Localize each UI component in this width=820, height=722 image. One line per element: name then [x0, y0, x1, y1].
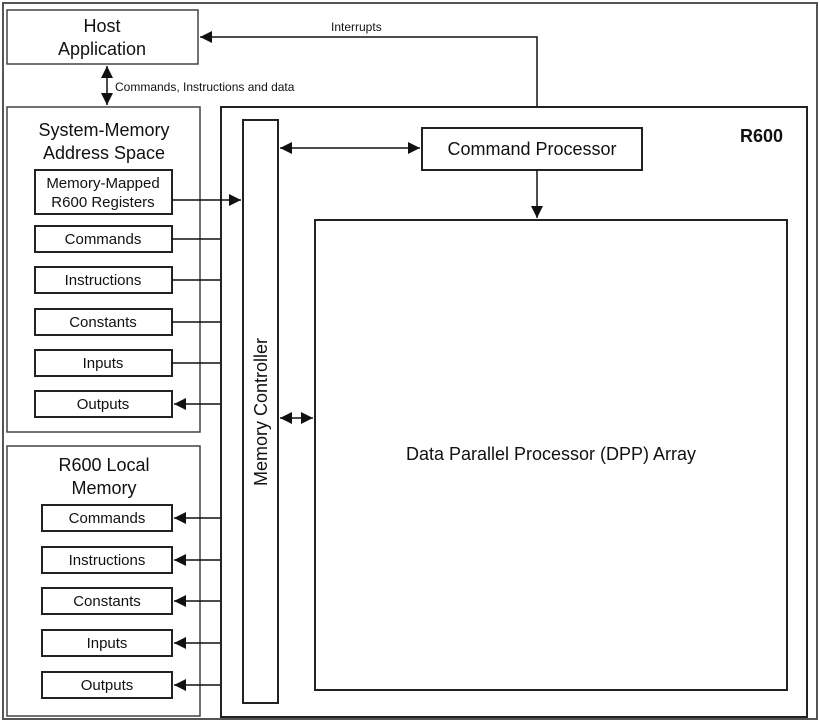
r600-diagram: Host Application Commands, Instructions … [2, 2, 818, 720]
system-memory-inputs: Inputs [34, 349, 241, 377]
host-application-box: Host Application [6, 9, 199, 65]
local-memory-box: R600 Local Memory Commands Instructions Co… [6, 445, 241, 717]
host-link-label: Commands, Instructions and data [115, 80, 295, 94]
local-memory-inputs: Inputs [41, 629, 241, 657]
system-memory-outputs: Outputs [34, 390, 241, 418]
local-memory-outputs: Outputs [41, 671, 241, 699]
svg-text:Constants: Constants [73, 593, 141, 610]
svg-text:Inputs: Inputs [87, 635, 128, 652]
svg-text:Application: Application [58, 39, 146, 59]
svg-text:Memory: Memory [71, 478, 136, 498]
svg-text:Memory Controller: Memory Controller [251, 338, 271, 486]
svg-text:Constants: Constants [69, 314, 137, 331]
svg-text:R600 Local: R600 Local [58, 455, 149, 475]
svg-text:Command Processor: Command Processor [447, 139, 616, 159]
svg-text:Address Space: Address Space [43, 143, 165, 163]
svg-text:Data Parallel Processor (DPP): Data Parallel Processor (DPP) Array [406, 444, 696, 464]
svg-text:Commands: Commands [69, 510, 146, 527]
local-memory-constants: Constants [41, 587, 241, 615]
local-memory-instructions: Instructions [41, 546, 241, 574]
svg-text:System-Memory: System-Memory [38, 120, 169, 140]
memory-controller: Memory Controller [242, 119, 279, 704]
dpp-array: Data Parallel Processor (DPP) Array [314, 219, 788, 691]
command-processor: Command Processor [421, 127, 643, 171]
system-memory-instructions: Instructions [34, 266, 241, 294]
svg-text:Commands: Commands [65, 231, 142, 248]
system-memory-commands: Commands [34, 225, 241, 253]
interrupts-label: Interrupts [331, 20, 382, 34]
local-memory-commands: Commands [41, 504, 241, 532]
svg-text:Instructions: Instructions [69, 552, 146, 569]
svg-text:R600 Registers: R600 Registers [51, 194, 154, 211]
svg-text:Instructions: Instructions [65, 272, 142, 289]
svg-text:Outputs: Outputs [77, 396, 130, 413]
svg-text:R600: R600 [740, 126, 783, 146]
svg-text:Host: Host [83, 16, 120, 36]
system-memory-constants: Constants [34, 308, 241, 336]
system-memory-box: System-Memory Address Space Memory-Mappe… [6, 106, 241, 433]
svg-text:Memory-Mapped: Memory-Mapped [46, 175, 159, 192]
svg-text:Inputs: Inputs [83, 355, 124, 372]
svg-text:Outputs: Outputs [81, 677, 134, 694]
